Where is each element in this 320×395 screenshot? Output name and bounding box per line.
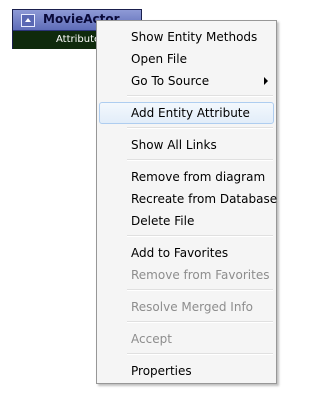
context-menu: Show Entity Methods Open File Go To Sour…: [96, 20, 277, 384]
menu-item-label: Properties: [131, 364, 192, 378]
menu-item-label: Remove from diagram: [131, 170, 266, 184]
entity-attribute-label: Attribute: [56, 34, 101, 45]
menu-item-add-to-favorites[interactable]: Add to Favorites: [99, 242, 274, 264]
menu-item-label: Recreate from Database: [131, 192, 278, 206]
menu-item-recreate-from-database[interactable]: Recreate from Database: [99, 188, 278, 210]
menu-item-show-entity-methods[interactable]: Show Entity Methods: [99, 26, 274, 48]
menu-item-label: Remove from Favorites: [131, 268, 270, 282]
menu-item-remove-from-favorites: Remove from Favorites: [99, 264, 274, 286]
triangle-up-icon: [25, 18, 31, 22]
menu-item-go-to-source[interactable]: Go To Source: [99, 70, 274, 92]
menu-item-open-file[interactable]: Open File: [99, 48, 274, 70]
menu-item-label: Go To Source: [131, 74, 210, 88]
menu-separator: [127, 95, 273, 97]
menu-item-accept: Accept: [99, 328, 274, 350]
menu-item-properties[interactable]: Properties: [99, 360, 274, 382]
menu-item-remove-from-diagram[interactable]: Remove from diagram: [99, 166, 274, 188]
menu-separator: [127, 127, 273, 129]
collapse-up-icon[interactable]: [21, 14, 35, 27]
submenu-arrow-icon: [264, 77, 268, 85]
menu-item-resolve-merged-info: Resolve Merged Info: [99, 296, 274, 318]
menu-separator: [127, 289, 273, 291]
menu-item-label: Delete File: [131, 214, 195, 228]
menu-item-add-entity-attribute[interactable]: Add Entity Attribute: [99, 102, 274, 124]
menu-separator: [127, 321, 273, 323]
menu-item-label: Add to Favorites: [131, 246, 229, 260]
menu-item-show-all-links[interactable]: Show All Links: [99, 134, 274, 156]
menu-item-label: Resolve Merged Info: [131, 300, 254, 314]
menu-separator: [127, 159, 273, 161]
menu-item-label: Accept: [131, 332, 172, 346]
menu-item-label: Show Entity Methods: [131, 30, 258, 44]
menu-item-label: Show All Links: [131, 138, 217, 152]
menu-item-label: Open File: [131, 52, 187, 66]
menu-item-label: Add Entity Attribute: [131, 106, 250, 120]
menu-separator: [127, 353, 273, 355]
menu-separator: [127, 235, 273, 237]
menu-item-delete-file[interactable]: Delete File: [99, 210, 274, 232]
